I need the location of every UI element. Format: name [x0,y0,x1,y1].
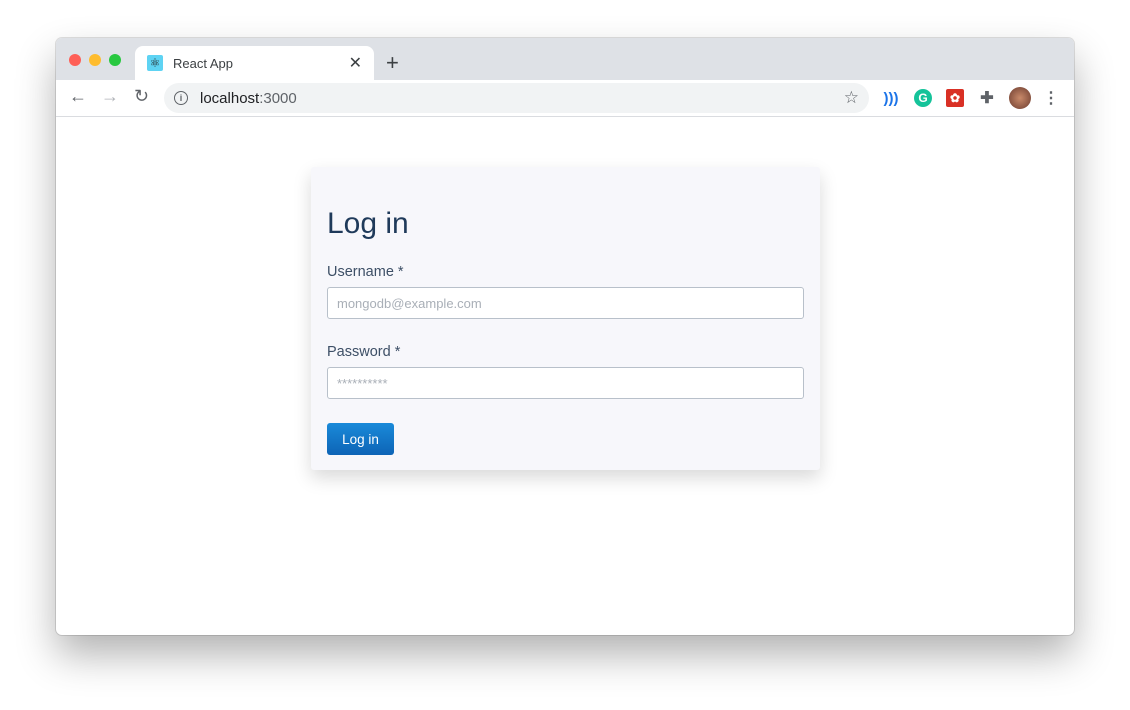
back-icon[interactable]: ← [69,86,87,107]
minimize-window-button[interactable] [89,54,101,66]
menu-icon[interactable]: ⋮ [1042,89,1060,107]
extension-icon[interactable]: ✿ [946,89,964,107]
react-icon: ⚛ [147,55,163,71]
close-window-button[interactable] [69,54,81,66]
login-button[interactable]: Log in [327,423,394,455]
address-bar[interactable]: i localhost:3000 ☆ [164,83,869,113]
username-input[interactable] [327,287,804,319]
login-card: Log in Username * Password * Log in [311,167,820,470]
wifi-extension-icon[interactable]: ))) [882,89,900,107]
username-label: Username * [327,264,404,280]
avatar[interactable] [1009,87,1031,109]
forward-icon[interactable]: → [101,86,119,107]
toolbar: ← → ↻ i localhost:3000 ☆ ))) G ✿ ✚ ⋮ [56,80,1074,117]
new-tab-button[interactable]: + [386,50,399,76]
page-title: Log in [327,207,409,240]
info-icon[interactable]: i [174,91,188,105]
password-label: Password * [327,344,401,360]
puzzle-icon[interactable]: ✚ [978,89,996,107]
reload-icon[interactable]: ↻ [134,86,149,107]
url-host: localhost [200,89,260,107]
password-input[interactable] [327,367,804,399]
tab-bar: ⚛ React App ✕ + [56,38,1074,80]
url-port: :3000 [259,89,297,107]
browser-tab[interactable]: ⚛ React App ✕ [135,46,374,80]
browser-window: ⚛ React App ✕ + ← → ↻ i localhost:3000 ☆… [56,38,1074,635]
grammarly-icon[interactable]: G [914,89,932,107]
maximize-window-button[interactable] [109,54,121,66]
tab-title: React App [173,55,233,71]
bookmark-star-icon[interactable]: ☆ [844,88,859,108]
close-tab-icon[interactable]: ✕ [349,53,362,73]
